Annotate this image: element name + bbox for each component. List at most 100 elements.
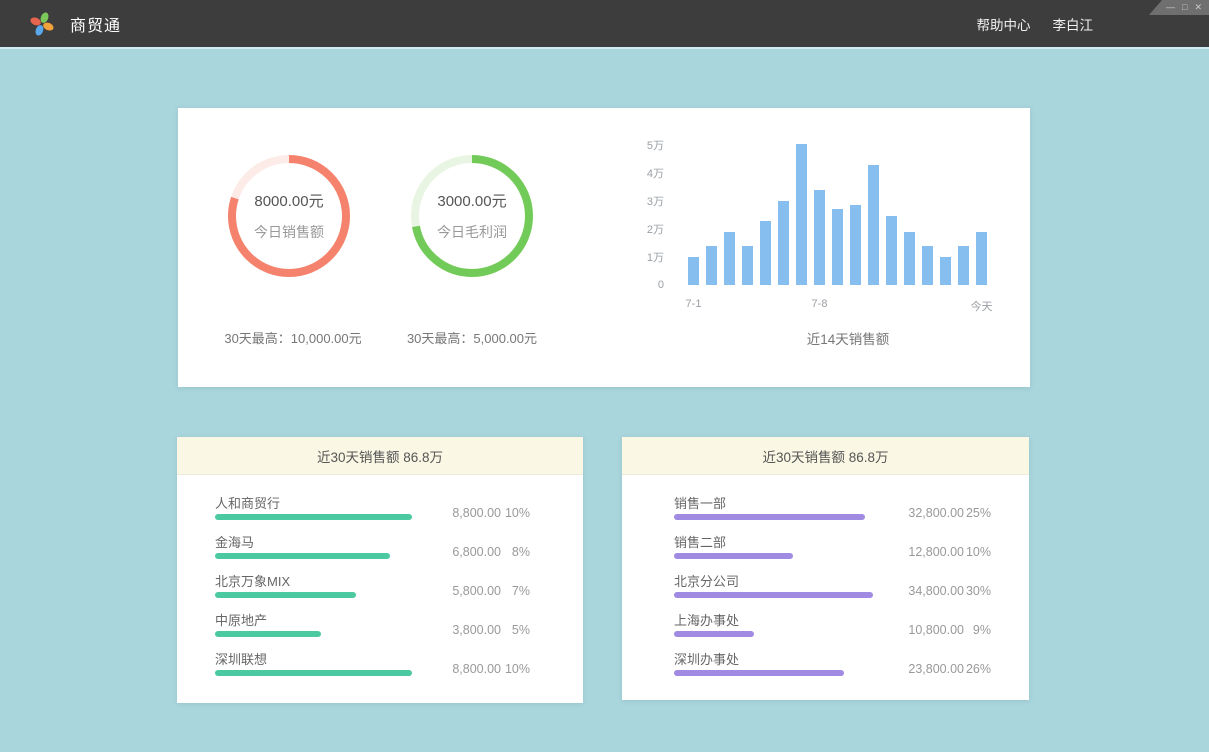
rank-row-percent: 25% [966,506,991,520]
rank-row: 深圳办事处 23,800.0026% [622,649,1029,688]
today-profit-value: 3000.00元 [437,190,506,211]
rank-row: 销售二部 12,800.0010% [622,532,1029,571]
department-sales-list: 销售一部 32,800.0025% 销售二部 12,800.0010% 北京分公司 34,… [622,475,1029,700]
y-tick-label: 2万 [636,221,664,237]
app-title: 商贸通 [70,12,121,36]
rank-row-bar [674,670,844,676]
y-tick-label: 5万 [636,137,664,153]
rank-row-amount: 5,800.00 [452,584,501,598]
y-tick-label: 1万 [636,249,664,265]
rank-row: 北京万象MIX5,800.007% [177,571,583,610]
x-tick-label: 7-1 [686,298,702,310]
rank-row-amount: 8,800.00 [452,662,501,676]
rank-row-name: 销售一部 [674,493,726,512]
profit-30day-max: 30天最高：5,000.00元 [362,328,582,347]
rank-row-name: 北京万象MIX [215,571,290,590]
bar [868,165,879,285]
rank-row: 金海马 6,800.00 8% [177,532,583,571]
rank-row-percent: 8% [512,545,530,559]
rank-row: 深圳联想 8,800.00 10% [177,649,583,688]
y-tick-label: 0 [636,279,664,291]
rank-row-percent: 10% [505,506,530,520]
rank-row: 销售一部 32,800.0025% [622,493,1029,532]
rank-row-bar [215,670,412,676]
rank-row-bar [674,592,873,598]
rank-row-name: 金海马 [215,532,254,551]
user-menu[interactable]: 李白江 [1053,14,1094,34]
bar [850,205,861,285]
rank-row: 上海办事处 10,800.00 9% [622,610,1029,649]
dashboard: 8000.00元 今日销售额 30天最高：10,000.00元 3000.00元… [0,47,1209,752]
rank-row-amount: 3,800.00 [452,623,501,637]
rank-row-name: 人和商贸行 [215,493,280,512]
bar [976,232,987,285]
rank-row-name: 北京分公司 [674,571,739,590]
titlebar: 商贸通 帮助中心 李白江 — □ ✕ [0,0,1209,47]
rank-row-amount: 10,800.00 [908,623,964,637]
today-sales-value: 8000.00元 [254,190,323,211]
rank-row-percent: 26% [966,662,991,676]
titlebar-nav: 帮助中心 李白江 [977,0,1094,47]
minimize-button[interactable]: — [1166,3,1175,12]
bar [688,257,699,285]
y-tick-label: 3万 [636,193,664,209]
rank-row-amount: 34,800.00 [908,584,964,598]
bar [940,257,951,285]
rank-row-bar [674,631,754,637]
rank-row: 人和商贸行8,800.0010% [177,493,583,532]
rank-row-bar [674,553,793,559]
rank-row-percent: 10% [966,545,991,559]
rank-row-amount: 32,800.00 [908,506,964,520]
y-tick-label: 4万 [636,165,664,181]
bar [832,209,843,285]
today-profit-label: 今日毛利润 [437,222,507,242]
rank-row-amount: 23,800.00 [908,662,964,676]
rank-row-percent: 5% [512,623,530,637]
rank-row-name: 深圳联想 [215,649,267,668]
rank-row-name: 上海办事处 [674,610,739,629]
rank-row-percent: 10% [505,662,530,676]
customer-sales-card: 近30天销售额 86.8万 人和商贸行8,800.0010%金海马6,800.0… [177,437,583,703]
rank-row-bar [215,592,356,598]
rank-row-amount: 6,800.00 [452,545,501,559]
app-logo-icon [28,10,56,38]
department-sales-card: 近30天销售额 86.8万 销售一部 32,800.0025% 销售二部 12,800… [622,437,1029,700]
bar [922,246,933,285]
bar [886,216,897,285]
bar [796,144,807,285]
rank-row-name: 深圳办事处 [674,649,739,668]
rank-row-name: 中原地产 [215,610,267,629]
chart-title: 近14天销售额 [688,328,1008,348]
card-title: 近30天销售额 86.8万 [177,437,583,475]
rank-row-percent: 30% [966,584,991,598]
help-center-link[interactable]: 帮助中心 [977,14,1031,34]
bar [958,246,969,285]
maximize-button[interactable]: □ [1182,3,1187,12]
bar [814,190,825,285]
x-tick-label: 今天 [971,298,993,314]
rank-row-bar [215,631,321,637]
bar [760,221,771,285]
today-sales-gauge: 8000.00元 今日销售额 [227,154,351,278]
bar [706,246,717,285]
x-tick-label: 7-8 [812,298,828,310]
rank-row: 北京分公司 34,800.0030% [622,571,1029,610]
customer-sales-list: 人和商贸行8,800.0010%金海马6,800.008%北京万象MIX5,80… [177,475,583,703]
close-button[interactable]: ✕ [1194,3,1202,12]
rank-row: 中原地产 3,800.00 5% [177,610,583,649]
bar [742,246,753,285]
rank-row-bar [674,514,865,520]
sales-14day-chart: 5万4万3万2万1万0 7-17-8今天 近14天销售额 [648,108,1030,387]
summary-card: 8000.00元 今日销售额 30天最高：10,000.00元 3000.00元… [178,108,1030,387]
rank-row-name: 销售二部 [674,532,726,551]
rank-row-amount: 12,800.00 [908,545,964,559]
bar [904,232,915,285]
rank-row-percent: 9% [973,623,991,637]
card-title: 近30天销售额 86.8万 [622,437,1029,475]
today-sales-label: 今日销售额 [254,222,324,242]
bar [724,232,735,285]
window-controls: — □ ✕ [1149,0,1209,15]
today-profit-gauge: 3000.00元 今日毛利润 [410,154,534,278]
rank-row-bar [215,514,412,520]
rank-row-bar [215,553,390,559]
